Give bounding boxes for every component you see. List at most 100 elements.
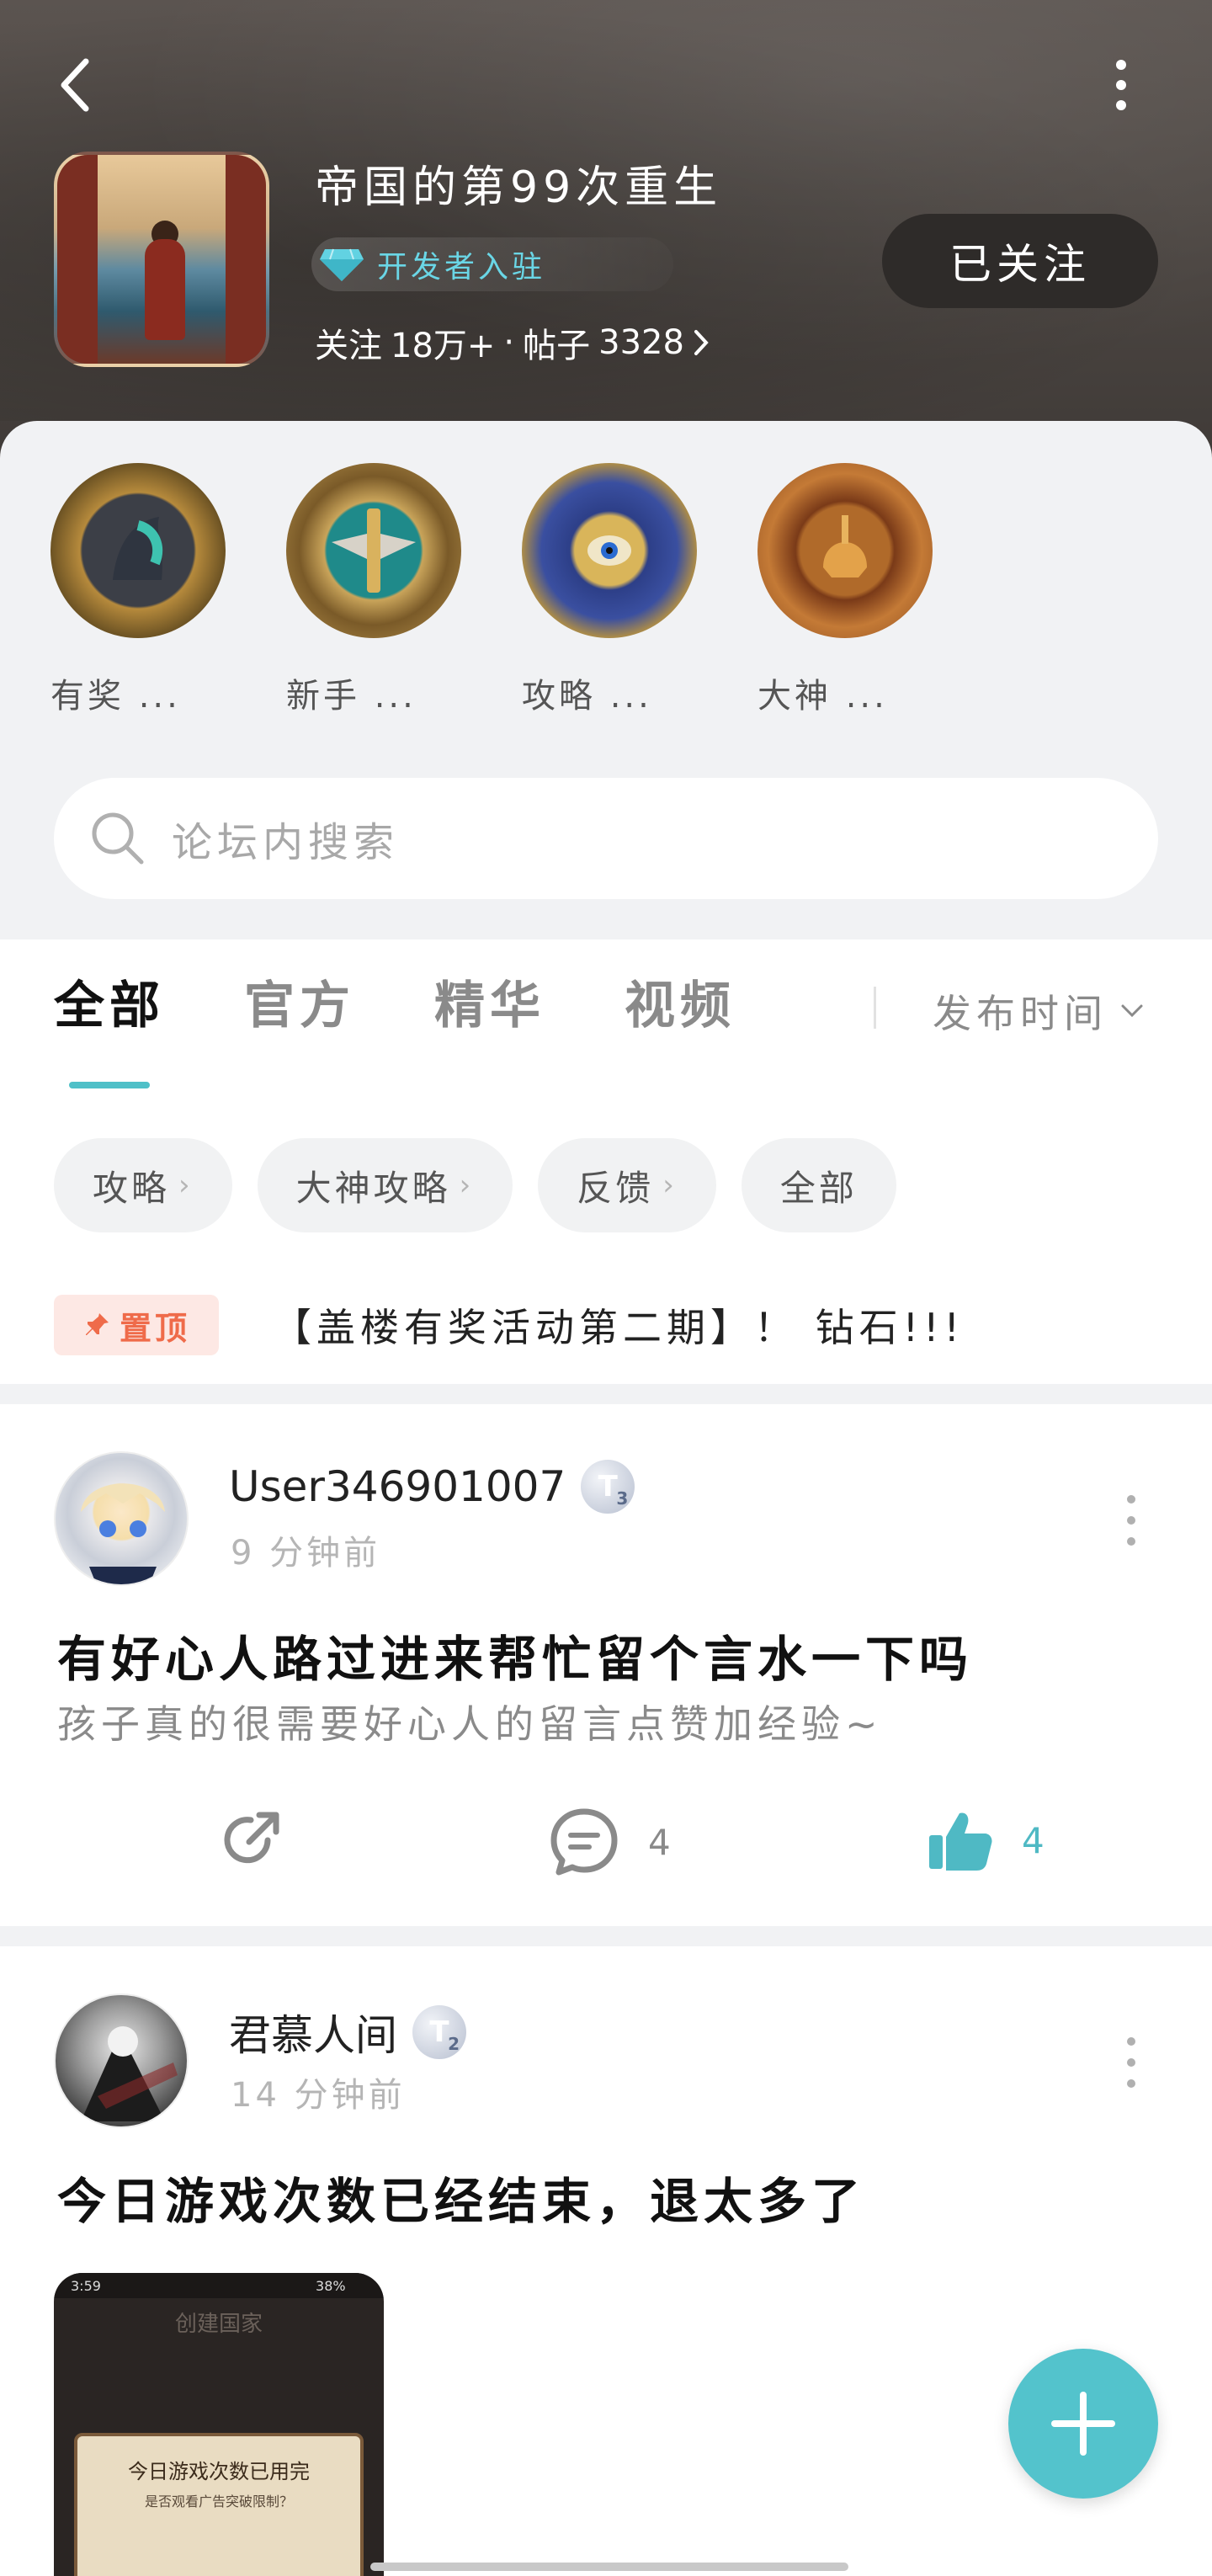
thumbs-up-icon	[929, 1812, 992, 1871]
badge-label: 大神 ...	[758, 677, 888, 716]
tab-featured[interactable]: 精华	[434, 965, 545, 1038]
more-dot-icon	[1127, 2079, 1135, 2088]
followers-count: 18万+	[391, 327, 496, 365]
chip-feedback[interactable]: 反馈 ›	[538, 1138, 716, 1232]
forum-stats[interactable]: 关注 18万+ · 帖子 3328	[315, 318, 710, 367]
username[interactable]: User346901007 T 3	[229, 1460, 635, 1514]
search-icon	[92, 812, 144, 865]
level-badge-icon: T 2	[412, 2005, 466, 2059]
level-letter: T	[598, 1470, 618, 1504]
comment-button[interactable]: 4	[547, 1805, 671, 1879]
chevron-right-icon: ›	[178, 1168, 194, 1202]
thumb-time: 3:59	[71, 2278, 101, 2294]
chip-label: 攻略	[93, 1167, 171, 1209]
chevron-down-icon	[1121, 1004, 1143, 1018]
game-title: 帝国的第99次重生	[315, 162, 723, 213]
more-dot-icon	[1116, 80, 1126, 90]
chip-expert-guides[interactable]: 大神攻略 ›	[257, 1138, 513, 1232]
tab-all[interactable]: 全部	[54, 965, 165, 1088]
badge-item-newbie[interactable]: 新手 ...	[286, 463, 461, 717]
thumb-dialog-title: 今日游戏次数已用完	[128, 2460, 310, 2483]
plus-icon	[1051, 2392, 1115, 2456]
forum-main: 有奖 ... 新手 ... 攻略 ... 大神 ... 论坛内搜索 全部 官方 …	[0, 421, 1212, 2576]
share-button[interactable]	[215, 1805, 286, 1876]
search-placeholder: 论坛内搜索	[172, 819, 400, 866]
share-icon	[224, 1812, 279, 1864]
stats-separator: ·	[503, 323, 515, 362]
badge-item-experts[interactable]: 大神 ...	[758, 463, 933, 717]
thumb-dialog: 今日游戏次数已用完 是否观看广告突破限制？	[74, 2433, 364, 2576]
pinned-post[interactable]: 置顶 【盖楼有奖活动第二期】！ 钻石!!!	[54, 1295, 965, 1355]
post-title[interactable]: 今日游戏次数已经结束，退太多了	[57, 2162, 865, 2233]
developer-badge-label: 开发者入驻	[377, 250, 546, 285]
thumb-dim-title: 创建国家	[174, 2312, 263, 2337]
followed-button[interactable]: 已关注	[882, 214, 1158, 308]
badge-item-rewards[interactable]: 有奖 ...	[50, 463, 226, 717]
winged-sword-badge-icon	[286, 463, 461, 638]
username-text: 君慕人间	[229, 2011, 397, 2060]
user-avatar[interactable]	[54, 1451, 189, 1586]
diamond-icon	[320, 248, 364, 281]
level-number: 3	[616, 1488, 629, 1509]
developer-badge: 开发者入驻	[311, 237, 673, 291]
level-badge-icon: T 3	[581, 1460, 635, 1514]
helmet-laurel-badge-icon	[758, 463, 933, 638]
chevron-right-icon	[694, 330, 709, 355]
chip-guides[interactable]: 攻略 ›	[54, 1138, 232, 1232]
more-dot-icon	[1127, 1516, 1135, 1525]
pinned-tag: 置顶	[54, 1295, 219, 1355]
feed-separator	[0, 1926, 1212, 1946]
post-title[interactable]: 有好心人路过进来帮忙留个言水一下吗	[57, 1620, 973, 1690]
more-dot-icon	[1127, 2058, 1135, 2067]
post-timestamp: 9 分钟前	[231, 1534, 381, 1573]
tab-video[interactable]: 视频	[625, 965, 736, 1038]
post-timestamp: 14 分钟前	[231, 2076, 406, 2115]
badge-label: 攻略 ...	[522, 677, 652, 716]
like-button[interactable]: 4	[924, 1805, 1045, 1876]
badge-item-guides[interactable]: 攻略 ...	[522, 463, 697, 717]
sort-dropdown[interactable]: 发布时间	[933, 983, 1145, 1039]
chevron-right-icon: ›	[662, 1168, 678, 1202]
forum-search-bar[interactable]: 论坛内搜索	[54, 778, 1158, 899]
chip-all[interactable]: 全部	[741, 1138, 896, 1232]
pinned-tag-label: 置顶	[119, 1309, 190, 1347]
pinned-post-title: 【盖楼有奖活动第二期】！ 钻石!!!	[273, 1305, 965, 1350]
username-text: User346901007	[229, 1462, 566, 1511]
post-image[interactable]: 3:59 38% 创建国家 今日游戏次数已用完 是否观看广告突破限制？	[54, 2273, 384, 2576]
level-number: 2	[448, 2034, 460, 2054]
user-avatar[interactable]	[54, 1993, 189, 2128]
post-more-button[interactable]	[1121, 2037, 1141, 2088]
thumb-dialog-subtitle: 是否观看广告突破限制？	[144, 2494, 293, 2509]
more-dot-icon	[1116, 60, 1126, 70]
posts-label: 帖子	[523, 327, 591, 365]
create-post-button[interactable]	[1008, 2349, 1158, 2499]
chip-label: 全部	[779, 1167, 858, 1209]
more-dot-icon	[1127, 2037, 1135, 2046]
forum-header: 帝国的第99次重生 开发者入驻 关注 18万+ · 帖子 3328 已关注	[0, 0, 1212, 471]
feed-separator	[0, 1384, 1212, 1404]
post-actions: 4 4	[0, 1795, 1212, 1896]
more-dot-icon	[1127, 1537, 1135, 1546]
post-card[interactable]: 君慕人间 T 2 14 分钟前 今日游戏次数已经结束，退太多了 3:59 38%…	[0, 1946, 1212, 2576]
posts-count: 3328	[598, 323, 684, 362]
back-button[interactable]	[49, 56, 99, 114]
post-card[interactable]: User346901007 T 3 9 分钟前 有好心人路过进来帮忙留个言水一下…	[0, 1404, 1212, 1926]
comment-count: 4	[648, 1821, 671, 1863]
game-icon	[54, 152, 269, 367]
badge-label: 新手 ...	[286, 677, 417, 716]
category-chips: 攻略 › 大神攻略 › 反馈 › 全部	[54, 1138, 896, 1232]
post-more-button[interactable]	[1121, 1495, 1141, 1546]
comment-icon	[550, 1808, 618, 1876]
thumb-battery: 38%	[316, 2278, 346, 2294]
more-options-button[interactable]	[1103, 56, 1140, 114]
level-letter: T	[429, 2015, 449, 2049]
home-indicator[interactable]	[370, 2563, 848, 2571]
username[interactable]: 君慕人间 T 2	[229, 2002, 466, 2062]
chevron-right-icon: ›	[459, 1168, 475, 1202]
tab-official[interactable]: 官方	[244, 965, 355, 1038]
post-body[interactable]: 孩子真的很需要好心人的留言点赞加经验~	[57, 1694, 883, 1749]
more-dot-icon	[1116, 100, 1126, 110]
feed-tabs: 全部 官方 精华 视频	[54, 965, 736, 1088]
chip-label: 大神攻略	[295, 1167, 451, 1209]
followers-label: 关注	[315, 327, 382, 365]
